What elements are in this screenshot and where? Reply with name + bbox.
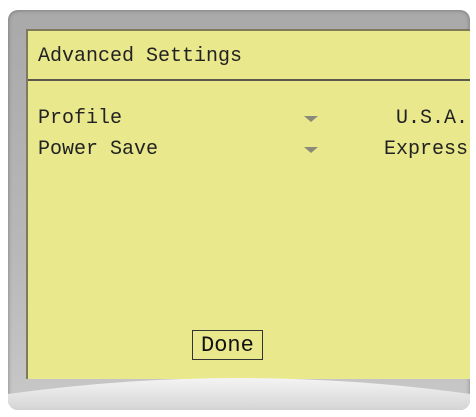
chevron-down-icon[interactable] bbox=[304, 116, 318, 122]
title-bar: Advanced Settings bbox=[28, 31, 470, 81]
setting-label-profile: Profile bbox=[38, 107, 123, 130]
setting-row-power-save[interactable]: Power Save Express bbox=[28, 138, 470, 166]
setting-value-profile[interactable]: U.S.A. bbox=[396, 107, 468, 130]
setting-row-profile[interactable]: Profile U.S.A. bbox=[28, 107, 470, 135]
setting-label-power-save: Power Save bbox=[38, 138, 159, 161]
device-frame: Advanced Settings Profile U.S.A. Power S… bbox=[8, 10, 470, 410]
chevron-down-icon[interactable] bbox=[304, 147, 318, 153]
settings-screen: Advanced Settings Profile U.S.A. Power S… bbox=[26, 29, 470, 379]
done-button[interactable]: Done bbox=[192, 330, 263, 360]
setting-value-power-save[interactable]: Express bbox=[384, 138, 468, 161]
page-title: Advanced Settings bbox=[38, 45, 243, 68]
